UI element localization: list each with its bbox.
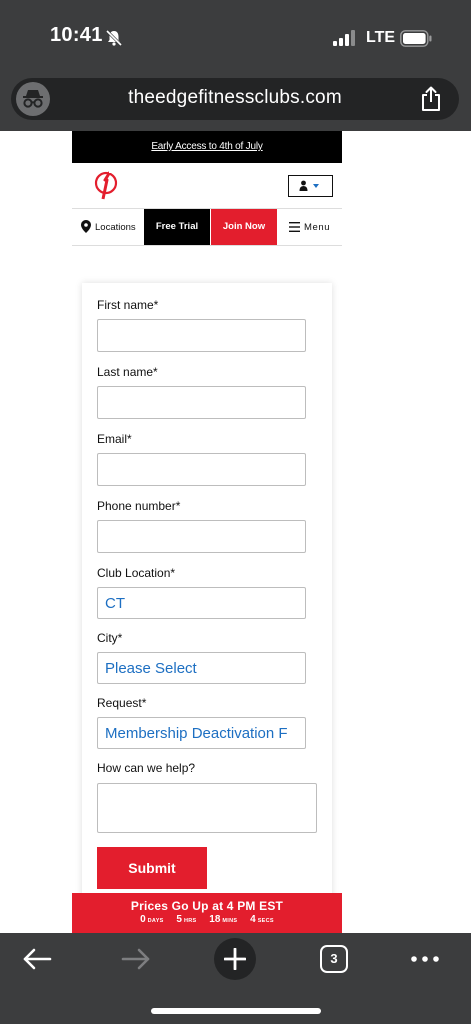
hamburger-icon bbox=[289, 222, 300, 232]
countdown-timer: 0 DAYS 5 HRS 18 MINS 4 SECS bbox=[72, 914, 342, 925]
network-label: LTE bbox=[366, 29, 396, 46]
signal-icon bbox=[333, 30, 355, 46]
join-now-button[interactable]: Join Now bbox=[211, 209, 277, 245]
status-time: 10:41 bbox=[50, 24, 103, 46]
club-location-select[interactable]: CT bbox=[97, 587, 306, 619]
request-label: Request* bbox=[97, 696, 147, 710]
phone-label: Phone number* bbox=[97, 499, 181, 513]
back-arrow-icon[interactable] bbox=[22, 947, 52, 971]
city-select[interactable]: Please Select bbox=[97, 652, 306, 684]
site-header bbox=[72, 163, 342, 209]
contact-form: First name* Last name* Email* Phone numb… bbox=[82, 283, 332, 903]
request-select[interactable]: Membership Deactivation F bbox=[97, 717, 306, 749]
plus-icon bbox=[224, 948, 246, 970]
share-icon[interactable] bbox=[420, 86, 442, 112]
free-trial-button[interactable]: Free Trial bbox=[144, 209, 210, 245]
countdown-banner[interactable]: Prices Go Up at 4 PM EST 0 DAYS 5 HRS 18 MI… bbox=[72, 893, 342, 933]
club-location-label: Club Location* bbox=[97, 566, 176, 580]
nav-bar: Locations Free Trial Join Now Menu bbox=[72, 209, 342, 246]
last-name-label: Last name* bbox=[97, 365, 158, 379]
nav-locations[interactable]: Locations bbox=[72, 209, 144, 245]
countdown-title: Prices Go Up at 4 PM EST bbox=[130, 899, 284, 913]
last-name-input[interactable] bbox=[97, 386, 306, 419]
tab-switcher-button[interactable]: 3 bbox=[320, 945, 348, 973]
countdown-minutes: 18 MINS bbox=[209, 914, 238, 925]
user-icon bbox=[299, 180, 319, 191]
first-name-label: First name* bbox=[97, 298, 159, 312]
countdown-days: 0 DAYS bbox=[140, 914, 164, 925]
status-bar: 10:41 LTE bbox=[0, 0, 471, 78]
city-label: City* bbox=[97, 631, 123, 645]
account-button[interactable] bbox=[288, 175, 333, 197]
countdown-seconds: 4 SECS bbox=[250, 914, 274, 925]
location-pin-icon bbox=[81, 220, 91, 233]
home-indicator bbox=[151, 1008, 321, 1014]
nav-locations-label: Locations bbox=[95, 222, 136, 233]
more-icon[interactable] bbox=[410, 953, 440, 965]
countdown-hours: 5 HRS bbox=[176, 914, 197, 925]
promo-banner-link[interactable]: Early Access to 4th of July bbox=[151, 141, 263, 152]
help-label: How can we help? bbox=[97, 761, 196, 775]
address-bar[interactable]: theedgefitnessclubs.com bbox=[11, 78, 459, 120]
menu-label: Menu bbox=[304, 222, 331, 233]
email-input[interactable] bbox=[97, 453, 306, 486]
phone-input[interactable] bbox=[97, 520, 306, 553]
bell-slash-icon bbox=[105, 29, 123, 47]
browser-toolbar: 3 bbox=[0, 933, 471, 1024]
promo-banner[interactable]: Early Access to 4th of July bbox=[72, 131, 342, 163]
edge-logo-icon[interactable] bbox=[94, 170, 120, 200]
help-textarea[interactable] bbox=[97, 783, 317, 833]
menu-button[interactable]: Menu bbox=[277, 209, 342, 245]
web-page: Early Access to 4th of July Locations Fr… bbox=[0, 131, 471, 933]
url-text[interactable]: theedgefitnessclubs.com bbox=[11, 87, 459, 109]
submit-button[interactable]: Submit bbox=[97, 847, 207, 889]
first-name-input[interactable] bbox=[97, 319, 306, 352]
forward-arrow-icon[interactable] bbox=[121, 947, 151, 971]
email-label: Email* bbox=[97, 432, 132, 446]
new-tab-button[interactable] bbox=[214, 938, 256, 980]
battery-icon bbox=[400, 30, 432, 47]
